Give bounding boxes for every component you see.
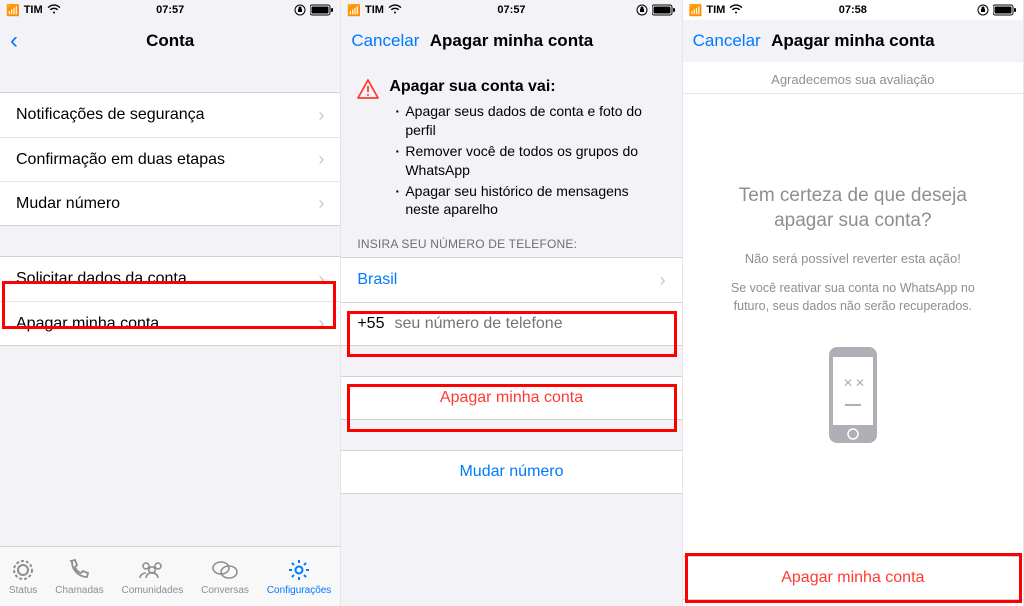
chevron-right-icon: › xyxy=(318,313,324,334)
tab-label: Configurações xyxy=(267,585,331,596)
cancel-button[interactable]: Cancelar xyxy=(693,31,761,51)
signal-icon: 📶 xyxy=(6,4,20,17)
warning-title: Apagar sua conta vai: xyxy=(389,78,665,96)
tab-communities[interactable]: Comunidades xyxy=(121,557,183,596)
communities-icon xyxy=(138,557,166,583)
change-number-button[interactable]: Mudar número xyxy=(341,450,681,494)
chevron-left-icon: ‹ xyxy=(10,29,18,53)
settings-group-1: Notificações de segurança › Confirmação … xyxy=(0,92,340,226)
carrier-label: TIM xyxy=(24,4,43,16)
page-title: Conta xyxy=(146,31,194,51)
data-loss-label: Se você reativar sua conta no WhatsApp n… xyxy=(713,280,993,315)
warning-item: Apagar seu histórico de mensagens neste … xyxy=(395,182,665,220)
nav-bar: ‹ Conta xyxy=(0,20,340,62)
battery-icon xyxy=(993,4,1017,16)
clock-label: 07:57 xyxy=(497,4,525,16)
signal-icon: 📶 xyxy=(689,4,703,17)
phone-icon xyxy=(67,557,91,583)
svg-text:✕: ✕ xyxy=(855,376,865,390)
wifi-icon xyxy=(729,4,743,17)
chevron-right-icon: › xyxy=(318,149,324,170)
carrier-label: TIM xyxy=(365,4,384,16)
wifi-icon xyxy=(388,4,402,17)
chevron-right-icon: › xyxy=(318,269,324,290)
cell-security-notifications[interactable]: Notificações de segurança › xyxy=(0,93,340,137)
gear-icon xyxy=(287,557,311,583)
orientation-lock-icon xyxy=(294,4,306,16)
tab-label: Status xyxy=(9,585,37,596)
cell-label: Solicitar dados da conta xyxy=(16,270,187,288)
phone-input-row[interactable]: +55 xyxy=(341,302,681,346)
phone-input[interactable] xyxy=(394,315,665,333)
button-label: Mudar número xyxy=(459,463,563,481)
back-button[interactable]: ‹ xyxy=(10,29,18,53)
status-bar: 📶 TIM 07:58 xyxy=(683,0,1023,20)
status-icon xyxy=(11,557,35,583)
cell-country[interactable]: Brasil › xyxy=(341,258,681,302)
cell-label: Notificações de segurança xyxy=(16,106,205,124)
status-bar: 📶 TIM 07:57 xyxy=(341,0,681,20)
cell-label: Mudar número xyxy=(16,195,120,213)
warning-item: Apagar seus dados de conta e foto do per… xyxy=(395,102,665,140)
screen-account: 📶 TIM 07:57 ‹ Conta Notificações de segu… xyxy=(0,0,341,606)
cell-label: Apagar minha conta xyxy=(16,315,159,333)
cancel-button[interactable]: Cancelar xyxy=(351,31,419,51)
tab-status[interactable]: Status xyxy=(9,557,37,596)
nav-bar: Cancelar Apagar minha conta xyxy=(341,20,681,62)
warning-list: Apagar seus dados de conta e foto do per… xyxy=(389,102,665,219)
country-label: Brasil xyxy=(357,271,397,289)
chevron-right-icon: › xyxy=(318,105,324,126)
tab-chats[interactable]: Conversas xyxy=(201,557,249,596)
page-title: Apagar minha conta xyxy=(430,31,593,51)
orientation-lock-icon xyxy=(636,4,648,16)
battery-icon xyxy=(310,4,334,16)
delete-account-button[interactable]: Apagar minha conta xyxy=(683,556,1023,600)
button-label: Apagar minha conta xyxy=(440,389,583,407)
settings-group-2: Solicitar dados da conta › Apagar minha … xyxy=(0,256,340,346)
section-header-phone: INSIRA SEU NÚMERO DE TELEFONE: xyxy=(341,229,681,257)
cancel-label: Cancelar xyxy=(351,31,419,51)
button-label: Apagar minha conta xyxy=(781,569,924,587)
confirm-question: Tem certeza de que deseja apagar sua con… xyxy=(713,184,993,233)
phone-dead-icon: ✕ ✕ xyxy=(825,345,881,450)
tab-label: Conversas xyxy=(201,585,249,596)
clock-label: 07:57 xyxy=(156,4,184,16)
tab-label: Chamadas xyxy=(55,585,103,596)
warning-triangle-icon xyxy=(357,78,379,221)
page-title: Apagar minha conta xyxy=(771,31,934,51)
tab-calls[interactable]: Chamadas xyxy=(55,557,103,596)
cell-two-step[interactable]: Confirmação em duas etapas › xyxy=(0,137,340,181)
carrier-label: TIM xyxy=(706,4,725,16)
tab-label: Comunidades xyxy=(121,585,183,596)
cell-label: Confirmação em duas etapas xyxy=(16,151,225,169)
wifi-icon xyxy=(47,4,61,17)
tab-settings[interactable]: Configurações xyxy=(267,557,331,596)
nav-bar: Cancelar Apagar minha conta xyxy=(683,20,1023,62)
thanks-label: Agradecemos sua avaliação xyxy=(683,62,1023,94)
warning-block: Apagar sua conta vai: Apagar seus dados … xyxy=(341,62,681,229)
screen-delete-form: 📶 TIM 07:57 Cancelar Apagar minha conta … xyxy=(341,0,682,606)
cancel-label: Cancelar xyxy=(693,31,761,51)
battery-icon xyxy=(652,4,676,16)
signal-icon: 📶 xyxy=(347,4,361,17)
cell-delete-account[interactable]: Apagar minha conta › xyxy=(0,301,340,345)
irreversible-label: Não será possível reverter esta ação! xyxy=(713,251,993,266)
cell-request-data[interactable]: Solicitar dados da conta › xyxy=(0,257,340,301)
tab-bar: Status Chamadas Comunidades Conversas Co… xyxy=(0,546,340,606)
chevron-right-icon: › xyxy=(318,193,324,214)
delete-account-button[interactable]: Apagar minha conta xyxy=(341,376,681,420)
chevron-right-icon: › xyxy=(660,270,666,291)
clock-label: 07:58 xyxy=(839,4,867,16)
status-bar: 📶 TIM 07:57 xyxy=(0,0,340,20)
warning-item: Remover você de todos os grupos do Whats… xyxy=(395,142,665,180)
chats-icon xyxy=(212,557,238,583)
cell-change-number[interactable]: Mudar número › xyxy=(0,181,340,225)
orientation-lock-icon xyxy=(977,4,989,16)
svg-text:✕: ✕ xyxy=(843,376,853,390)
screen-confirm-delete: 📶 TIM 07:58 Cancelar Apagar minha conta … xyxy=(683,0,1024,606)
phone-prefix: +55 xyxy=(357,315,384,333)
